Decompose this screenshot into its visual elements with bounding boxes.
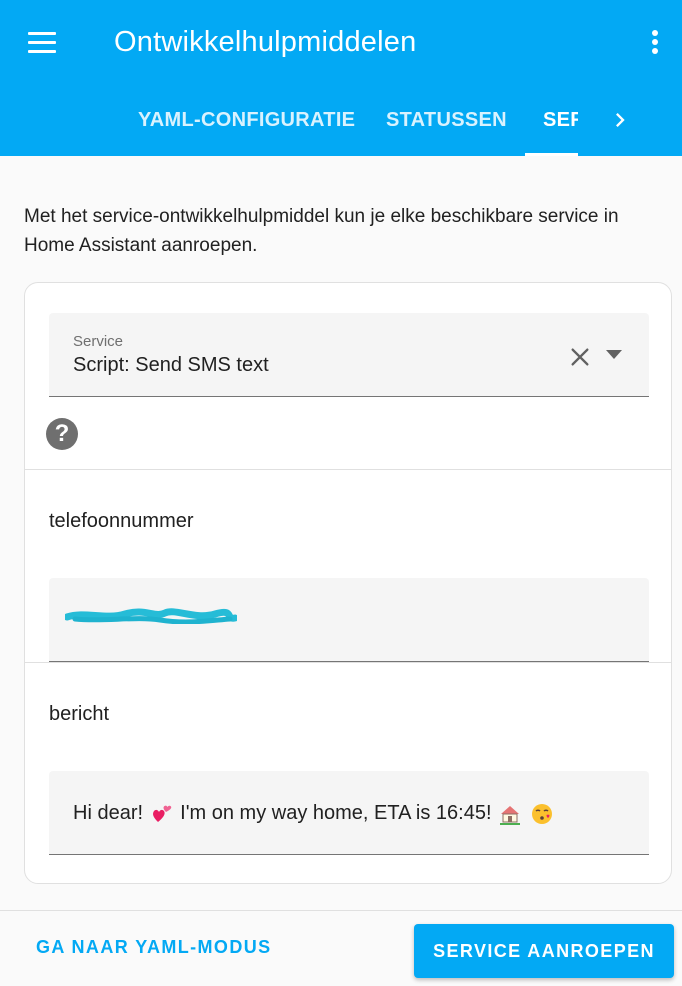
hamburger-menu-icon[interactable] bbox=[28, 32, 56, 54]
page-title: Ontwikkelhulpmiddelen bbox=[114, 26, 417, 58]
tab-services[interactable]: SER bbox=[543, 100, 578, 140]
service-card: Service Script: Send SMS text ? telefoon… bbox=[24, 282, 672, 884]
message-value: Hi dear! I'm on my way home, ETA is 16:4… bbox=[73, 802, 555, 825]
message-text-middle: I'm on my way home, ETA is 16:45! bbox=[180, 802, 492, 824]
action-bar: GA NAAR YAML-MODUS SERVICE AANROEPEN bbox=[0, 910, 682, 986]
app-header: Ontwikkelhulpmiddelen YAML-CONFIGURATIE … bbox=[0, 0, 682, 156]
yaml-mode-button[interactable]: GA NAAR YAML-MODUS bbox=[36, 937, 272, 958]
service-select[interactable]: Service Script: Send SMS text bbox=[49, 313, 649, 397]
chevron-right-icon[interactable] bbox=[606, 106, 634, 134]
close-icon[interactable] bbox=[569, 346, 591, 368]
active-tab-indicator bbox=[525, 153, 578, 156]
redacted-value bbox=[65, 608, 237, 624]
house-with-garden-icon bbox=[500, 805, 521, 825]
tab-statussen[interactable]: STATUSSEN bbox=[386, 100, 507, 140]
message-text-start: Hi dear! bbox=[73, 802, 144, 824]
call-service-button[interactable]: SERVICE AANROEPEN bbox=[414, 924, 674, 978]
section-divider bbox=[25, 469, 671, 470]
service-description: Met het service-ontwikkelhulpmiddel kun … bbox=[24, 206, 619, 256]
field-label-bericht: bericht bbox=[49, 703, 110, 725]
caret-down-icon[interactable] bbox=[605, 349, 623, 361]
service-label: Service bbox=[73, 333, 124, 350]
section-divider bbox=[25, 662, 671, 663]
message-input[interactable]: Hi dear! I'm on my way home, ETA is 16:4… bbox=[49, 771, 649, 855]
two-hearts-icon bbox=[152, 805, 171, 822]
field-label-telefoonnummer: telefoonnummer bbox=[49, 510, 194, 532]
face-blowing-kiss-icon bbox=[531, 803, 552, 824]
tab-yaml-configuratie[interactable]: YAML-CONFIGURATIE bbox=[138, 100, 355, 140]
kebab-menu-icon[interactable] bbox=[648, 28, 662, 56]
question-mark-icon[interactable]: ? bbox=[46, 418, 78, 450]
phone-number-input[interactable] bbox=[49, 578, 649, 662]
service-value: Script: Send SMS text bbox=[73, 354, 269, 376]
